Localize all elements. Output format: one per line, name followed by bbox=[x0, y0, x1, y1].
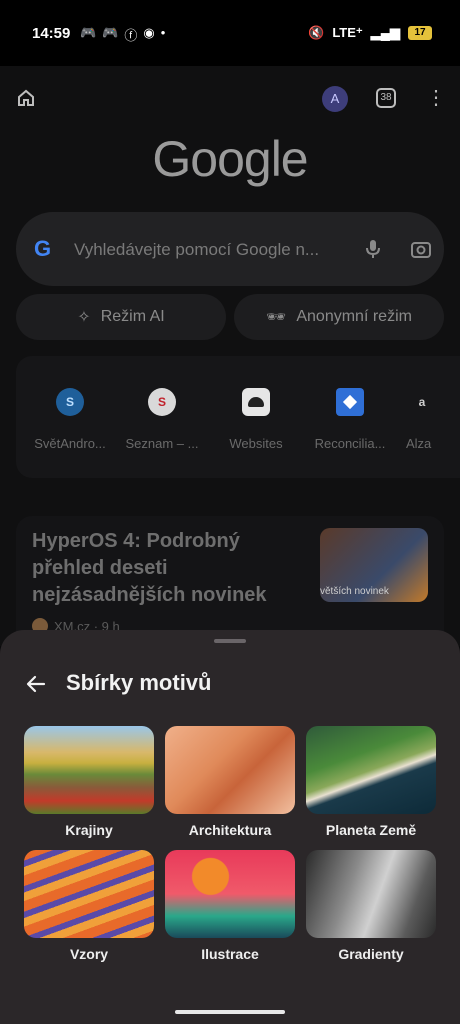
shortcut-label: Seznam – ... bbox=[125, 436, 199, 451]
shortcut-item[interactable]: Websites bbox=[210, 388, 302, 451]
theme-tile-gradienty[interactable] bbox=[306, 850, 436, 938]
incognito-icon: 🕶 bbox=[266, 309, 287, 326]
shortcut-label: Reconcilia... bbox=[314, 436, 386, 451]
theme-tile-architektura[interactable] bbox=[165, 726, 295, 814]
dot-icon: • bbox=[160, 25, 166, 40]
tile-label: Krajiny bbox=[65, 822, 113, 838]
shortcut-item[interactable]: a Alza bbox=[396, 388, 460, 451]
news-title[interactable]: HyperOS 4: Podrobný přehled deseti nejzá… bbox=[32, 528, 312, 609]
shortcut-item[interactable]: S Seznam – ... bbox=[116, 388, 208, 451]
svetandroida-icon: S bbox=[56, 388, 84, 416]
theme-tile-planeta-zeme[interactable] bbox=[306, 726, 436, 814]
notification-icons: 🎮 🎮 ⓕ ◉ • bbox=[80, 25, 165, 44]
alza-icon: a bbox=[418, 395, 426, 409]
shortcut-label: Websites bbox=[229, 436, 283, 451]
status-time: 14:59 bbox=[32, 25, 71, 42]
news-thumb-text: větších novinek bbox=[320, 586, 389, 597]
incognito-button[interactable]: 🕶 Anonymní režim bbox=[234, 294, 444, 340]
tile-label: Planeta Země bbox=[325, 822, 417, 838]
news-card[interactable]: HyperOS 4: Podrobný přehled deseti nejzá… bbox=[16, 516, 444, 646]
search-bar[interactable]: G Vyhledávejte pomocí Google n... bbox=[16, 212, 444, 286]
search-input[interactable]: Vyhledávejte pomocí Google n... bbox=[74, 240, 342, 260]
gesture-nav-bar[interactable] bbox=[175, 1010, 285, 1014]
google-lens-icon[interactable] bbox=[410, 238, 432, 260]
facebook-icon: ⓕ bbox=[124, 28, 138, 43]
game-controller-icon: 🎮 bbox=[80, 25, 97, 40]
tab-switcher-button[interactable]: 38 bbox=[376, 88, 396, 108]
theme-tile-ilustrace[interactable] bbox=[165, 850, 295, 938]
news-thumbnail[interactable]: větších novinek bbox=[320, 528, 428, 602]
ai-mode-label: Režim AI bbox=[100, 308, 165, 325]
drag-handle[interactable] bbox=[214, 639, 246, 643]
discord-icon: ◉ bbox=[143, 25, 155, 40]
theme-tile-krajiny[interactable] bbox=[24, 726, 154, 814]
shortcuts-row: S SvětAndro... S Seznam – ... Websites R… bbox=[16, 356, 460, 478]
shortcut-label: Alza bbox=[406, 436, 432, 451]
status-right: 🔇 LTE⁺ ▂▄▆ 17 bbox=[308, 25, 432, 41]
signal-icon: ▂▄▆ bbox=[370, 25, 400, 40]
tile-label: Gradienty bbox=[338, 946, 404, 962]
network-type: LTE⁺ bbox=[332, 25, 363, 40]
avatar[interactable]: A bbox=[322, 86, 348, 112]
bottom-sheet: Sbírky motivů Krajiny Architektura Plane… bbox=[0, 630, 460, 1024]
status-bar: 14:59 🎮 🎮 ⓕ ◉ • 🔇 LTE⁺ ▂▄▆ 17 bbox=[0, 0, 460, 66]
incognito-label: Anonymní režim bbox=[296, 308, 412, 325]
battery-icon: 17 bbox=[408, 26, 432, 40]
sheet-title: Sbírky motivů bbox=[66, 670, 212, 695]
more-menu-icon[interactable]: ⋮ bbox=[426, 86, 446, 112]
mute-icon: 🔇 bbox=[308, 25, 325, 40]
google-logo: Google bbox=[152, 131, 308, 187]
theme-tile-vzory[interactable] bbox=[24, 850, 154, 938]
websites-icon bbox=[242, 388, 270, 416]
game-controller-icon: 🎮 bbox=[102, 25, 119, 40]
google-g-icon: G bbox=[34, 236, 52, 261]
home-icon[interactable] bbox=[16, 88, 36, 108]
shortcut-item[interactable]: Reconcilia... bbox=[304, 388, 396, 451]
tile-label: Ilustrace bbox=[201, 946, 259, 962]
tile-label: Vzory bbox=[69, 946, 109, 962]
back-arrow-icon[interactable] bbox=[24, 672, 48, 696]
ai-search-icon: ✧ bbox=[77, 309, 91, 326]
reconciliation-icon bbox=[336, 388, 364, 416]
tile-label: Architektura bbox=[188, 822, 272, 838]
shortcut-label: SvětAndro... bbox=[34, 436, 106, 451]
browser-toolbar: A 38 ⋮ bbox=[0, 86, 460, 112]
shortcut-item[interactable]: S SvětAndro... bbox=[24, 388, 116, 451]
microphone-icon[interactable] bbox=[362, 238, 384, 260]
seznam-icon: S bbox=[148, 388, 176, 416]
ai-mode-button[interactable]: ✧ Režim AI bbox=[16, 294, 226, 340]
